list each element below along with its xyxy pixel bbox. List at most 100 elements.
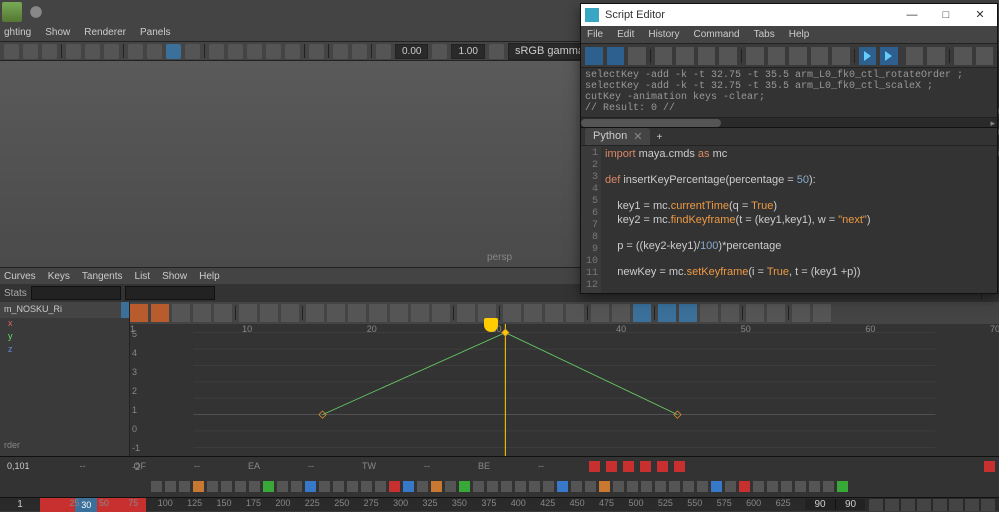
menu-tabs[interactable]: Tabs [754,29,775,40]
open-script-icon[interactable] [585,47,603,65]
step-tangent-icon[interactable] [411,304,429,322]
clear-all-icon[interactable] [719,47,737,65]
spline-tangent-icon[interactable] [327,304,345,322]
anim-tool-icon[interactable] [613,481,624,492]
auto-tangent-icon[interactable] [306,304,324,322]
anim-tool-icon[interactable] [319,481,330,492]
anim-tool-icon[interactable] [263,481,274,492]
outliner-channel-y[interactable]: y [0,331,129,344]
menu-panels[interactable]: Panels [140,27,171,38]
anim-tool-icon[interactable] [627,481,638,492]
anim-tool-icon[interactable] [403,481,414,492]
time-slider-track[interactable]: 30 2550751001251501752002252502753003253… [40,498,805,512]
anim-tool-icon[interactable] [515,481,526,492]
end-frame-field[interactable]: 90 [835,499,865,510]
anim-tool-icon[interactable] [473,481,484,492]
show-both-icon[interactable] [789,47,807,65]
next-key-button[interactable] [949,499,963,511]
camera-attributes-icon[interactable] [23,44,38,59]
graph-view[interactable]: 110203040506070 543210-1-2 [130,324,999,456]
flat-tangent-icon[interactable] [390,304,408,322]
retime-icon[interactable] [214,304,232,322]
menu-keys[interactable]: Keys [48,271,70,282]
shadows-icon[interactable] [285,44,300,59]
anim-tool-icon[interactable] [823,481,834,492]
free-tangent-icon[interactable] [545,304,563,322]
close-tab-icon[interactable]: ✕ [633,130,642,143]
anim-tool-icon[interactable] [599,481,610,492]
anim-tool-icon[interactable] [697,481,708,492]
save-script-icon[interactable] [628,47,646,65]
search-icon[interactable] [906,47,924,65]
tween-shape-icon[interactable] [640,461,651,472]
anim-tool-icon[interactable] [459,481,470,492]
gate-mask-icon[interactable] [185,44,200,59]
close-button[interactable]: ✕ [963,4,997,26]
stats-key-field[interactable] [31,286,121,300]
anim-tool-icon[interactable] [683,481,694,492]
renormalize-icon[interactable] [721,304,739,322]
history-scrollbar[interactable]: ▸ [581,118,997,128]
menu-tangents[interactable]: Tangents [82,271,123,282]
anim-tool-icon[interactable] [221,481,232,492]
anim-tool-icon[interactable] [291,481,302,492]
menu-command[interactable]: Command [693,29,739,40]
lock-tangent-icon[interactable] [566,304,584,322]
gamma-field[interactable]: 1.00 [451,44,484,59]
textured-icon[interactable] [247,44,262,59]
range-start[interactable]: 1 [0,499,40,510]
menu-edit[interactable]: Edit [617,29,634,40]
plateau-tangent-icon[interactable] [432,304,450,322]
normalized-icon[interactable] [700,304,718,322]
save-to-shelf-icon[interactable] [655,47,673,65]
menu-lighting[interactable]: ghting [4,27,31,38]
linear-tangent-icon[interactable] [369,304,387,322]
python-ref-icon[interactable] [976,47,994,65]
open-dope-icon[interactable] [792,304,810,322]
stacked-view-icon[interactable] [679,304,697,322]
source-script-icon[interactable] [607,47,625,65]
tween-shape-icon[interactable] [623,461,634,472]
anim-tool-icon[interactable] [305,481,316,492]
maximize-button[interactable]: □ [929,4,963,26]
anim-tool-icon[interactable] [375,481,386,492]
menu-history[interactable]: History [648,29,679,40]
outliner-channel-z[interactable]: z [0,344,129,357]
anim-tool-icon[interactable] [487,481,498,492]
anim-tool-icon[interactable] [235,481,246,492]
anim-tool-icon[interactable] [711,481,722,492]
go-end-button[interactable] [981,499,995,511]
bookmark-icon[interactable] [42,44,57,59]
grease-pencil-icon[interactable] [104,44,119,59]
absolute-view-icon[interactable] [658,304,676,322]
anim-tool-icon[interactable] [179,481,190,492]
xray-icon[interactable] [333,44,348,59]
app-icon[interactable] [2,2,22,22]
gamma-icon[interactable] [432,44,447,59]
anim-tool-icon[interactable] [557,481,568,492]
graph-outliner[interactable]: m_NOSKU_Ri xyz rder [0,302,130,456]
frame-all-icon[interactable] [239,304,257,322]
script-history-panel[interactable]: selectKey -add -k -t 32.75 -t 35.5 arm_L… [581,68,997,118]
anim-tool-icon[interactable] [151,481,162,492]
curve-canvas[interactable] [130,324,999,456]
minimize-button[interactable]: — [895,4,929,26]
stats-value-field[interactable] [125,286,215,300]
show-history-icon[interactable] [746,47,764,65]
step-back-button[interactable] [885,499,899,511]
script-editor-titlebar[interactable]: Script Editor — □ ✕ [581,4,997,26]
anim-tool-icon[interactable] [641,481,652,492]
anim-tool-icon[interactable] [669,481,680,492]
2d-pan-icon[interactable] [85,44,100,59]
menu-show[interactable]: Show [45,27,70,38]
anim-tool-icon[interactable] [333,481,344,492]
anim-tool-icon[interactable] [809,481,820,492]
post-infinity-icon[interactable] [767,304,785,322]
script-input-panel[interactable]: 123456789101112 import maya.cmds as mc d… [581,146,997,293]
tween-shape-icon[interactable] [674,461,685,472]
tween-shape-icon[interactable] [657,461,668,472]
echo-all-icon[interactable] [811,47,829,65]
anim-tool-icon[interactable] [837,481,848,492]
anim-tool-icon[interactable] [445,481,456,492]
anim-tool-icon[interactable] [417,481,428,492]
